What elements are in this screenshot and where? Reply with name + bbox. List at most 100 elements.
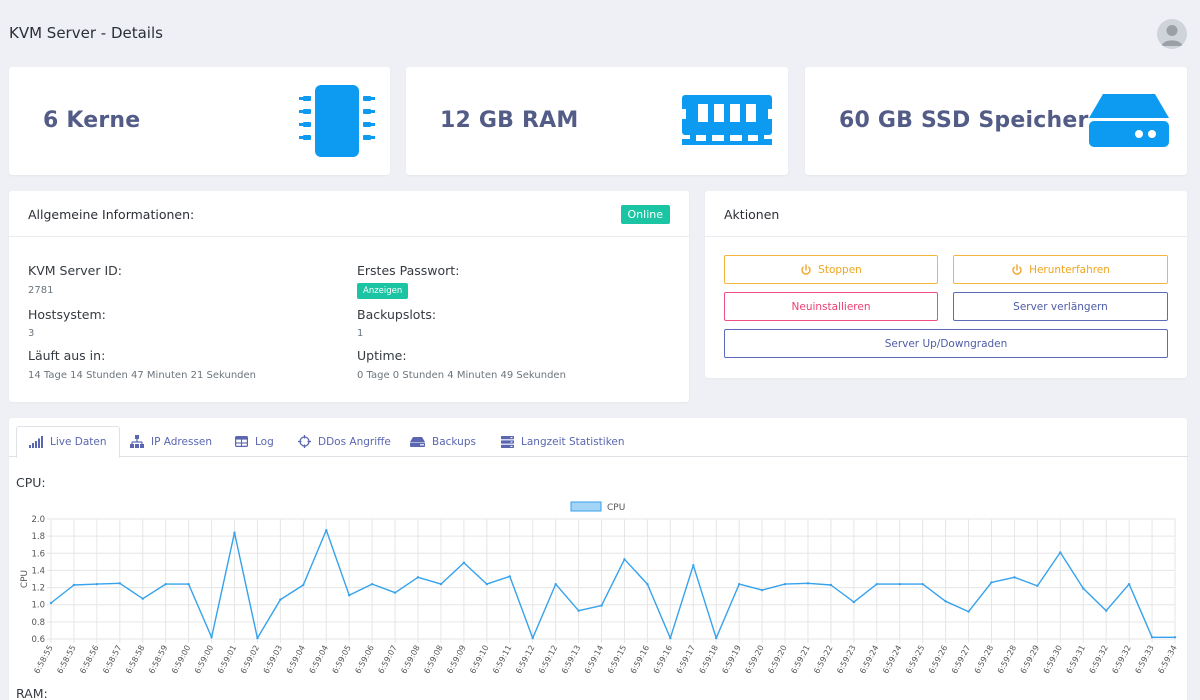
backupslots-label: Backupslots: — [357, 307, 437, 322]
cpu-data-point — [600, 604, 603, 607]
x-tick-label: 6:59:12 — [537, 644, 559, 675]
cpu-chart-wrap: 2.0 1.8 1.6 1.4 1.2 1.0 0.8 0.6 6:58:55 6:58:55 6:… — [9, 418, 1187, 700]
stop-button-label: Stoppen — [818, 263, 862, 276]
x-tick-label: 6:59:04 — [285, 644, 307, 675]
status-badge: Online — [620, 205, 670, 224]
x-tick-label: 6:59:09 — [445, 644, 467, 675]
x-tick-label: 6:59:15 — [606, 644, 628, 675]
cpu-data-point — [370, 582, 374, 586]
x-tick-label: 6:58:57 — [101, 644, 123, 675]
cpu-data-point — [348, 594, 351, 597]
cpu-data-point — [737, 582, 741, 586]
cpu-data-point — [1150, 636, 1154, 639]
ram-section-label: RAM: — [16, 686, 48, 700]
x-tick-label: 6:59:32 — [1088, 644, 1110, 675]
cpu-data-point — [393, 591, 397, 594]
x-tick-label: 6:59:00 — [170, 644, 192, 675]
cpu-data-point — [944, 600, 947, 603]
x-tick-label: 6:59:03 — [262, 644, 284, 675]
x-tick-label: 6:59:24 — [881, 644, 903, 675]
cpu-data-point — [1173, 636, 1177, 639]
shutdown-button[interactable]: Herunterfahren — [953, 255, 1168, 284]
cpu-data-point — [783, 582, 787, 586]
cpu-data-point — [325, 528, 328, 532]
cpu-data-point — [692, 564, 695, 567]
x-tick-label: 6:59:21 — [789, 644, 811, 675]
cpu-data-point — [141, 597, 144, 600]
cpu-data-point — [439, 582, 443, 586]
x-tick-label: 6:59:11 — [491, 644, 513, 675]
page-title: KVM Server - Details — [9, 24, 163, 42]
x-tick-label: 6:58:58 — [124, 644, 146, 675]
x-tick-label: 6:58:59 — [147, 644, 169, 675]
x-tick-label: 6:58:56 — [78, 644, 100, 675]
stat-value-storage: 60 GB SSD Speicher — [839, 108, 1089, 133]
cpu-data-point — [1082, 587, 1085, 590]
x-tick-label: 6:59:33 — [1133, 644, 1155, 675]
x-tick-label: 6:59:32 — [1110, 644, 1132, 675]
cpu-data-point — [852, 600, 856, 604]
power-icon — [801, 263, 811, 275]
cpu-data-point — [1013, 576, 1016, 579]
cpu-data-point — [95, 582, 99, 586]
y-tick-label: 2.0 — [31, 515, 45, 525]
server-id-value: 2781 — [28, 285, 54, 296]
y-tick-label: 1.4 — [31, 566, 45, 576]
x-tick-label: 6:59:00 — [193, 644, 215, 675]
up-downgrade-button[interactable]: Server Up/Downgraden — [724, 329, 1168, 358]
password-label: Erstes Passwort: — [357, 263, 460, 278]
cpu-chart: 2.01.81.61.41.21.00.80.66:58:55 6:58:55 6:… — [20, 501, 1179, 675]
x-tick-label: 6:59:14 — [583, 644, 605, 675]
x-tick-label: 6:59:19 — [721, 644, 743, 675]
cpu-data-point — [233, 531, 236, 534]
actions-card-title: Aktionen — [724, 207, 780, 222]
x-tick-label: 6:59:10 — [468, 644, 490, 675]
x-tick-label: 6:59:12 — [514, 644, 536, 675]
stat-value-ram: 12 GB RAM — [440, 108, 579, 133]
x-tick-label: 6:59:05 — [331, 644, 353, 675]
cpu-data-point — [118, 582, 122, 585]
legend-swatch — [570, 501, 602, 512]
reinstall-button[interactable]: Neuinstallieren — [724, 292, 938, 321]
y-tick-label: 1.6 — [31, 549, 45, 559]
info-card-title: Allgemeine Informationen: — [28, 207, 195, 222]
stop-button[interactable]: Stoppen — [724, 255, 938, 284]
actions-card: Aktionen Stoppen Herunterfahren Neuinsta… — [705, 191, 1187, 378]
x-tick-label: 6:59:28 — [996, 644, 1018, 675]
cpu-data-point — [462, 561, 466, 564]
x-tick-label: 6:59:24 — [858, 644, 880, 675]
cpu-data-point — [715, 636, 718, 640]
actions-card-header: Aktionen — [705, 191, 1187, 237]
x-tick-label: 6:59:23 — [835, 644, 857, 675]
x-tick-label: 6:59:04 — [308, 644, 330, 675]
x-tick-label: 6:59:29 — [1019, 644, 1041, 675]
extend-server-button[interactable]: Server verlängern — [953, 292, 1168, 321]
x-tick-label: 6:59:16 — [629, 644, 651, 675]
y-tick-label: 1.2 — [31, 584, 45, 594]
cpu-data-point — [279, 598, 282, 601]
power-icon — [1012, 263, 1022, 275]
cpu-data-point — [508, 575, 511, 578]
cpu-data-point — [623, 558, 626, 561]
x-tick-label: 6:59:25 — [904, 644, 926, 675]
hard-drive-icon — [1089, 94, 1169, 148]
user-avatar[interactable] — [1157, 19, 1187, 49]
x-tick-label: 6:59:26 — [927, 644, 949, 675]
cpu-data-point — [416, 576, 420, 579]
info-card-header: Allgemeine Informationen: Online — [9, 191, 689, 237]
x-tick-label: 6:59:08 — [422, 644, 444, 675]
cpu-data-point — [646, 582, 649, 586]
cpu-data-point — [554, 582, 557, 586]
x-tick-label: 6:59:08 — [399, 644, 421, 675]
x-tick-label: 6:59:30 — [1042, 644, 1064, 675]
y-tick-label: 1.8 — [31, 532, 45, 542]
x-tick-label: 6:59:18 — [698, 644, 720, 675]
show-password-button[interactable]: Anzeigen — [357, 283, 409, 299]
cpu-data-point — [669, 636, 672, 640]
cpu-data-point — [1127, 582, 1131, 586]
legend-label: CPU — [607, 503, 625, 513]
x-tick-label: 6:59:16 — [652, 644, 674, 675]
top-bar: KVM Server - Details — [0, 0, 1200, 66]
cpu-data-point — [72, 583, 76, 587]
uptime-label: Uptime: — [357, 348, 407, 363]
